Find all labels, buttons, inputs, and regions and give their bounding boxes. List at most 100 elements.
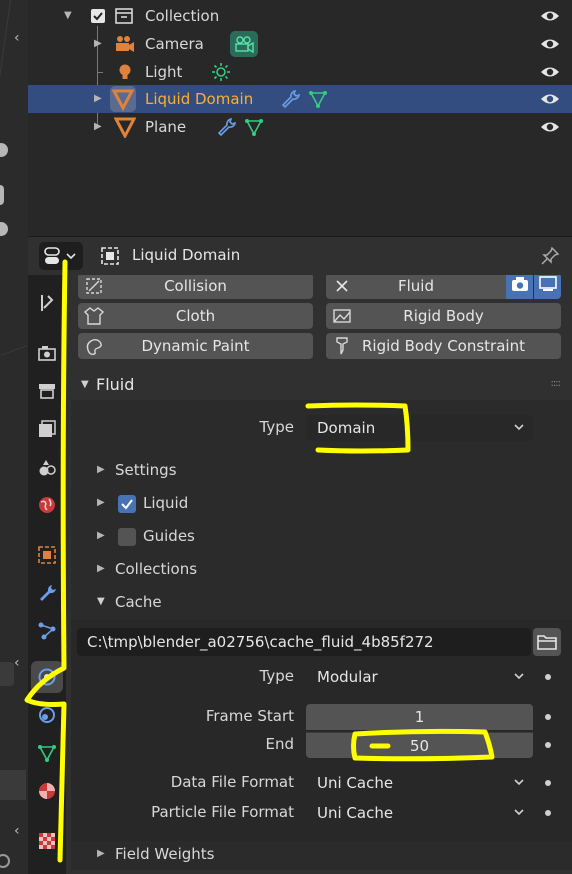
viewport-edge[interactable]: ‹ ‹ ‹ <box>0 0 28 874</box>
panel-title: Fluid <box>96 375 135 394</box>
cache-directory-field[interactable]: C:\tmp\blender_a02756\cache_fluid_4b85f2… <box>77 628 531 656</box>
rigid-body-constraint-button[interactable]: Rigid Body Constraint <box>326 333 561 359</box>
outliner-row-collection[interactable]: ▼ Collection <box>28 2 572 30</box>
keyframe-dot[interactable] <box>545 810 551 816</box>
checkbox-icon[interactable] <box>91 9 105 23</box>
tab-render[interactable] <box>31 337 63 369</box>
tab-scene[interactable] <box>31 451 63 483</box>
collision-button[interactable]: Collision <box>78 275 313 299</box>
rigid-body-button[interactable]: Rigid Body <box>326 303 561 329</box>
dropdown-stub[interactable] <box>0 662 14 686</box>
end-label: End <box>265 735 294 753</box>
data-file-format-label: Data File Format <box>170 773 294 791</box>
collapse-arrow-icon[interactable]: ‹ <box>14 823 20 839</box>
tab-output[interactable] <box>31 375 63 407</box>
subpanel-collections[interactable]: ▶ Collections <box>71 557 572 583</box>
drag-handle-icon[interactable]: :::: <box>551 378 562 389</box>
tab-modifiers[interactable] <box>31 577 63 609</box>
eye-icon[interactable] <box>540 119 560 135</box>
light-data-icon[interactable] <box>211 62 231 82</box>
keyframe-dot[interactable] <box>545 742 551 748</box>
pin-icon[interactable] <box>540 246 560 266</box>
particle-file-format-label: Particle File Format <box>151 803 294 821</box>
particle-file-format-dropdown[interactable]: Uni Cache <box>306 800 533 826</box>
gizmo-knob[interactable] <box>0 222 8 236</box>
outliner-label: Camera <box>145 35 204 53</box>
frame-start-label: Frame Start <box>205 707 294 725</box>
guides-checkbox[interactable] <box>118 528 136 546</box>
keyframe-dot[interactable] <box>545 714 551 720</box>
render-toggle[interactable] <box>506 275 533 299</box>
frame-end-field[interactable]: 50 <box>306 732 533 758</box>
outliner-row-light[interactable]: Light <box>28 58 572 86</box>
eye-icon[interactable] <box>540 91 560 107</box>
field-value: 1 <box>414 708 425 726</box>
tab-constraints[interactable] <box>31 699 63 731</box>
expand-triangle-icon[interactable]: ▶ <box>94 38 102 49</box>
collapse-arrow-icon[interactable]: ‹ <box>14 30 20 46</box>
folder-button[interactable] <box>533 628 561 656</box>
eye-icon[interactable] <box>540 36 560 52</box>
gizmo-knob[interactable] <box>0 185 4 205</box>
object-name: Liquid Domain <box>132 246 241 264</box>
mesh-data-icon[interactable] <box>308 89 328 109</box>
fluid-type-dropdown[interactable]: Domain <box>306 415 533 441</box>
close-icon[interactable] <box>332 276 352 296</box>
eye-icon[interactable] <box>540 8 560 24</box>
subpanel-settings[interactable]: ▶ Settings <box>71 458 572 484</box>
outliner-label: Plane <box>145 118 187 136</box>
viewport-toggle[interactable] <box>534 275 561 299</box>
mesh-data-icon[interactable] <box>244 117 264 137</box>
dynamic-paint-button[interactable]: Dynamic Paint <box>78 333 313 359</box>
editor-type-button[interactable] <box>39 242 83 270</box>
expand-triangle-icon[interactable]: ▼ <box>64 10 72 21</box>
fluid-button[interactable]: Fluid <box>326 275 506 299</box>
gizmo-knob[interactable] <box>0 143 8 157</box>
tab-mesh-data[interactable] <box>31 737 63 769</box>
tab-tool[interactable] <box>31 287 63 319</box>
frame-start-field[interactable]: 1 <box>306 704 533 730</box>
keyframe-dot[interactable] <box>545 674 551 680</box>
camera-data-icon[interactable] <box>230 31 258 57</box>
physics-properties: Collision Fluid Cloth Rigid Body Dynamic… <box>71 275 572 874</box>
expand-triangle-icon: ▶ <box>97 563 105 574</box>
subpanel-cache[interactable]: ▼ Cache <box>71 590 572 616</box>
eye-icon[interactable] <box>540 64 560 80</box>
subpanel-label: Collections <box>115 560 198 578</box>
dropdown-value: Modular <box>317 668 378 686</box>
expand-triangle-icon[interactable]: ▶ <box>94 121 102 132</box>
subpanel-guides[interactable]: ▶ Guides <box>71 524 572 550</box>
keyframe-dot[interactable] <box>545 780 551 786</box>
mesh-triangle-icon <box>110 86 136 112</box>
dropdown-value: Uni Cache <box>317 804 394 822</box>
outliner-row-liquid-domain[interactable]: ▶ Liquid Domain <box>28 85 572 113</box>
tab-object[interactable] <box>31 539 63 571</box>
wrench-icon[interactable] <box>280 89 301 109</box>
outliner-row-plane[interactable]: ▶ Plane <box>28 113 572 141</box>
tab-particles[interactable] <box>31 615 63 647</box>
gizmo-circle <box>0 854 10 868</box>
fluid-panel-header[interactable]: ▼ Fluid :::: <box>71 370 572 400</box>
cloth-button[interactable]: Cloth <box>78 303 313 329</box>
collapse-arrow-icon[interactable]: ‹ <box>14 655 20 671</box>
button-label: Rigid Body <box>403 307 484 325</box>
outliner-row-camera[interactable]: ▶ Camera <box>28 30 572 58</box>
button-label: Dynamic Paint <box>141 337 250 355</box>
tab-world[interactable] <box>31 489 63 521</box>
data-file-format-dropdown[interactable]: Uni Cache <box>306 770 533 796</box>
cache-type-dropdown[interactable]: Modular <box>306 664 533 690</box>
liquid-checkbox[interactable] <box>118 495 136 513</box>
subpanel-field-weights[interactable]: ▶ Field Weights <box>71 841 572 869</box>
collision-icon <box>84 276 104 296</box>
subpanel-liquid[interactable]: ▶ Liquid <box>71 491 572 517</box>
tab-physics[interactable] <box>31 661 63 693</box>
expand-triangle-icon[interactable]: ▶ <box>94 93 102 104</box>
chevron-down-icon <box>511 419 527 435</box>
button-label: Cloth <box>175 307 216 325</box>
cloth-icon <box>83 306 105 326</box>
wrench-icon[interactable] <box>216 117 237 137</box>
tab-material[interactable] <box>31 775 63 807</box>
tab-view-layer[interactable] <box>31 413 63 445</box>
tab-texture[interactable] <box>31 825 63 857</box>
object-data-icon <box>100 246 120 266</box>
